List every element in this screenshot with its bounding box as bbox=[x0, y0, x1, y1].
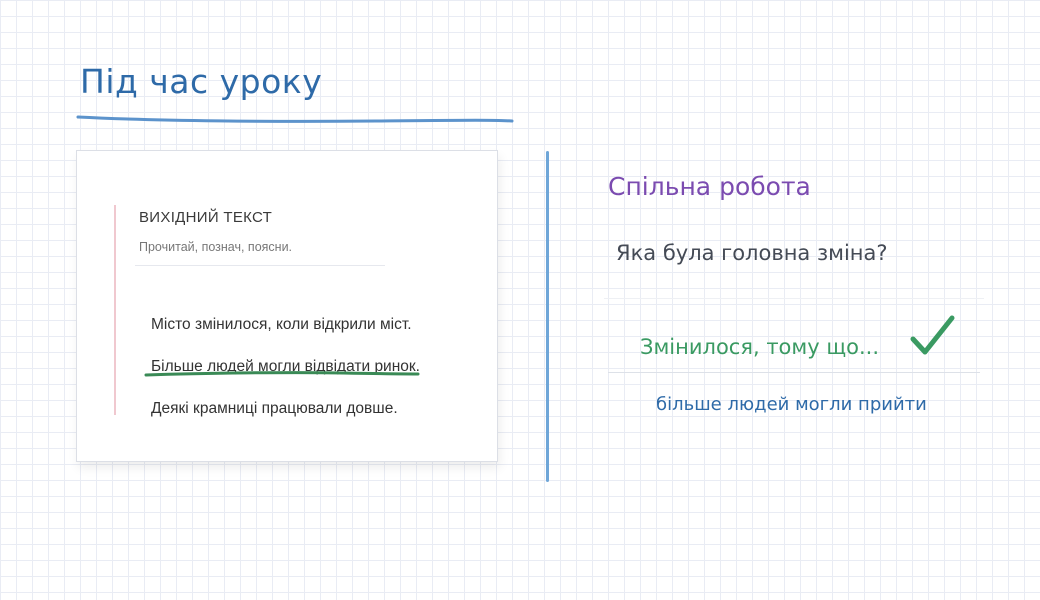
source-line-1: Місто змінилося, коли відкрили міст. bbox=[151, 316, 412, 333]
card-divider bbox=[135, 265, 385, 266]
sentence-starter: Змінилося, тому що... bbox=[640, 335, 879, 359]
page-title: Під час уроку bbox=[80, 62, 323, 101]
answer-text: більше людей могли прийти bbox=[656, 394, 927, 415]
card-subtitle: Прочитай, познач, поясни. bbox=[139, 240, 293, 254]
title-underline bbox=[76, 115, 514, 123]
source-card: ВИХІДНИЙ ТЕКСТ Прочитай, познач, поясни.… bbox=[76, 150, 498, 462]
card-heading: ВИХІДНИЙ ТЕКСТ bbox=[139, 209, 273, 226]
source-line-3: Деякі крамниці працювали довше. bbox=[151, 400, 398, 417]
card-margin-rule bbox=[114, 205, 116, 415]
question-line bbox=[604, 298, 984, 299]
question-text: Яка була головна зміна? bbox=[616, 241, 888, 265]
check-icon bbox=[910, 315, 955, 355]
vertical-divider bbox=[546, 151, 549, 482]
answer-line bbox=[608, 372, 980, 373]
section-title: Спільна робота bbox=[608, 172, 811, 201]
highlight-underline bbox=[144, 371, 420, 377]
